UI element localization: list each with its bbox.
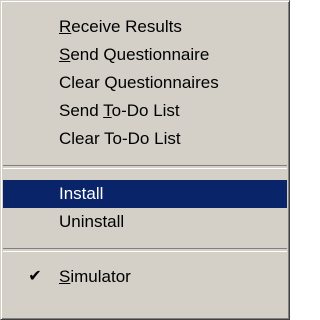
menu-item-label-pre: Uninstall xyxy=(59,212,125,231)
menu-separator xyxy=(3,165,287,169)
menu-item-label-post: o-Do List xyxy=(111,101,180,120)
menu-item-access-key: S xyxy=(59,267,71,286)
menu-item-clear-questionnaires[interactable]: Clear Questionnaires xyxy=(3,69,287,97)
context-menu: Receive Results Send Questionnaire Clear… xyxy=(0,0,290,320)
menu-separator xyxy=(3,248,287,252)
menu-item-label-post: end Questionnaire xyxy=(70,45,210,64)
menu-item-install[interactable]: Install xyxy=(3,180,287,208)
menu-item-label-post: imulator xyxy=(70,267,131,286)
menu-item-send-questionnaire[interactable]: Send Questionnaire xyxy=(3,41,287,69)
menu-item-receive-results[interactable]: Receive Results xyxy=(3,13,287,41)
menu-item-label-pre: Clear To-Do List xyxy=(59,129,181,148)
checkmark-icon: ✔ xyxy=(28,268,42,285)
menu-item-label-pre: Install xyxy=(59,184,104,203)
menu-item-label-pre: Send xyxy=(59,101,104,120)
menu-item-access-key: T xyxy=(103,101,112,120)
menu-item-uninstall[interactable]: Uninstall xyxy=(3,208,287,236)
menu-item-simulator[interactable]: ✔ Simulator xyxy=(3,263,287,291)
menu-item-clear-todo-list[interactable]: Clear To-Do List xyxy=(3,125,287,153)
menu-item-label-pre: Clear Questionnaires xyxy=(59,73,219,92)
menu-item-label-post: eceive Results xyxy=(71,17,182,36)
menu-item-send-todo-list[interactable]: Send To-Do List xyxy=(3,97,287,125)
menu-item-access-key: R xyxy=(59,17,72,36)
menu-item-access-key: S xyxy=(59,45,71,64)
